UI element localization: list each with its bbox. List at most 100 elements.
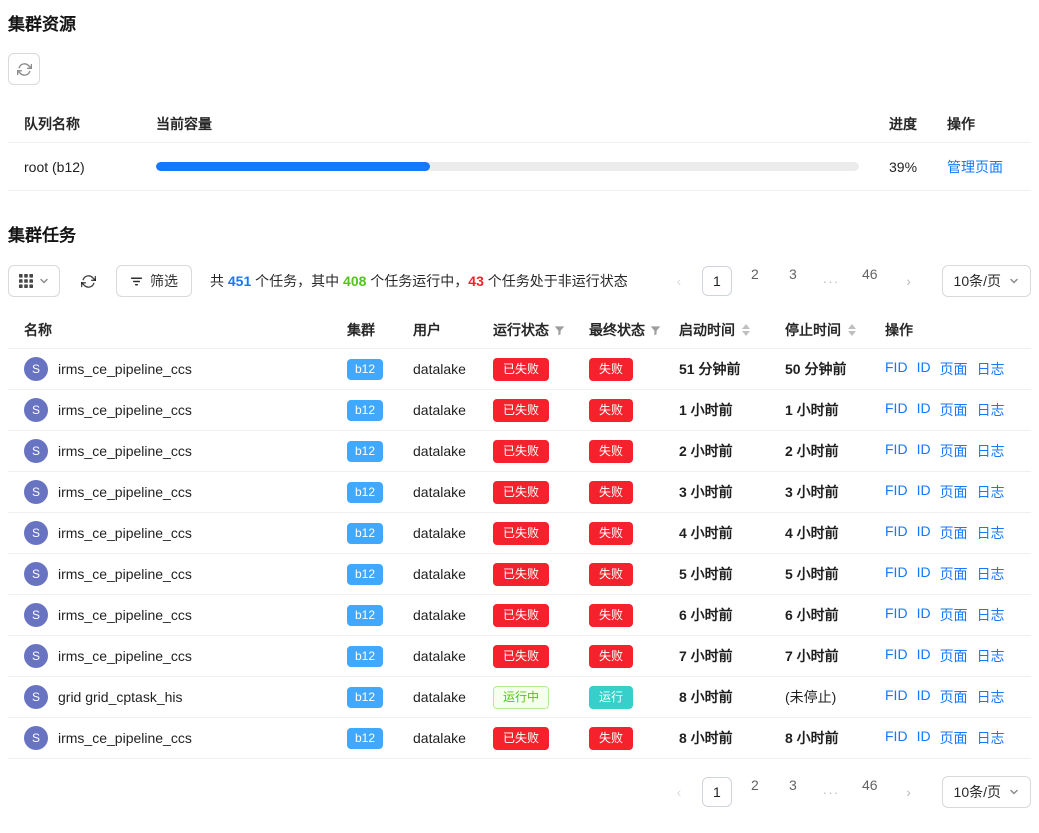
- resources-refresh-button[interactable]: [8, 53, 40, 85]
- log-link[interactable]: 日志: [977, 482, 1005, 502]
- fid-link[interactable]: FID: [885, 646, 908, 666]
- running-count: 408: [343, 273, 366, 289]
- user-name: datalake: [405, 361, 485, 377]
- log-link[interactable]: 日志: [977, 400, 1005, 420]
- page-size-select[interactable]: 10条/页: [942, 265, 1031, 297]
- stop-time: 3 小时前: [777, 482, 877, 502]
- log-link[interactable]: 日志: [977, 728, 1005, 748]
- next-page-button[interactable]: ›: [894, 777, 924, 807]
- page-link[interactable]: 页面: [940, 441, 968, 461]
- page-number-button[interactable]: 46: [854, 264, 886, 298]
- page-link[interactable]: 页面: [940, 728, 968, 748]
- id-link[interactable]: ID: [917, 646, 931, 666]
- resources-table: 队列名称 当前容量 进度 操作 root (b12) 39% 管理页面: [8, 105, 1031, 191]
- table-row: S irms_ce_pipeline_ccs b12 datalake 已失败 …: [8, 595, 1031, 636]
- fid-link[interactable]: FID: [885, 441, 908, 461]
- id-link[interactable]: ID: [917, 523, 931, 543]
- log-link[interactable]: 日志: [977, 523, 1005, 543]
- avatar: S: [24, 357, 48, 381]
- fid-link[interactable]: FID: [885, 605, 908, 625]
- log-link[interactable]: 日志: [977, 646, 1005, 666]
- page-number-button[interactable]: 2: [740, 775, 770, 809]
- next-page-button[interactable]: ›: [894, 266, 924, 296]
- avatar: S: [24, 521, 48, 545]
- avatar: S: [24, 562, 48, 586]
- filter-funnel-icon[interactable]: [650, 325, 661, 336]
- page-link[interactable]: 页面: [940, 400, 968, 420]
- final-status-badge: 失败: [589, 358, 633, 381]
- page-link[interactable]: 页面: [940, 646, 968, 666]
- page-link[interactable]: 页面: [940, 523, 968, 543]
- avatar: S: [24, 398, 48, 422]
- fid-link[interactable]: FID: [885, 564, 908, 584]
- table-row: S irms_ce_pipeline_ccs b12 datalake 已失败 …: [8, 390, 1031, 431]
- fid-link[interactable]: FID: [885, 400, 908, 420]
- cluster-badge: b12: [347, 523, 383, 544]
- table-row: S irms_ce_pipeline_ccs b12 datalake 已失败 …: [8, 636, 1031, 677]
- log-link[interactable]: 日志: [977, 359, 1005, 379]
- page-number-button[interactable]: 2: [740, 264, 770, 298]
- tasks-refresh-button[interactable]: [72, 265, 104, 297]
- fid-link[interactable]: FID: [885, 482, 908, 502]
- id-link[interactable]: ID: [917, 359, 931, 379]
- id-link[interactable]: ID: [917, 441, 931, 461]
- page-link[interactable]: 页面: [940, 687, 968, 707]
- sort-icon[interactable]: [848, 324, 856, 336]
- filter-funnel-icon[interactable]: [554, 325, 565, 336]
- cluster-badge: b12: [347, 564, 383, 585]
- prev-page-button[interactable]: ‹: [664, 777, 694, 807]
- id-link[interactable]: ID: [917, 687, 931, 707]
- table-row: S irms_ce_pipeline_ccs b12 datalake 已失败 …: [8, 513, 1031, 554]
- page-number-button[interactable]: 1: [702, 266, 732, 296]
- fid-link[interactable]: FID: [885, 728, 908, 748]
- log-link[interactable]: 日志: [977, 687, 1005, 707]
- id-link[interactable]: ID: [917, 728, 931, 748]
- final-status-badge: 失败: [589, 481, 633, 504]
- page-link[interactable]: 页面: [940, 359, 968, 379]
- stop-time: 1 小时前: [777, 400, 877, 420]
- tasks-table: 名称 集群 用户 运行状态 最终状态 启动时间 停止时间: [8, 312, 1031, 759]
- id-link[interactable]: ID: [917, 605, 931, 625]
- id-link[interactable]: ID: [917, 482, 931, 502]
- page-link[interactable]: 页面: [940, 482, 968, 502]
- summary-text: 个任务，其中: [251, 273, 343, 289]
- prev-page-button[interactable]: ‹: [664, 266, 694, 296]
- pagination-bottom: ‹ 1 2 3 ··· 46 › 10条/页: [664, 775, 1031, 809]
- not-running-count: 43: [468, 273, 484, 289]
- filter-button[interactable]: 筛选: [116, 265, 192, 297]
- filter-lines-icon: [130, 275, 143, 288]
- avatar: S: [24, 644, 48, 668]
- tasks-section-title: 集群任务: [8, 221, 1031, 246]
- page-number-button[interactable]: 1: [702, 777, 732, 807]
- log-link[interactable]: 日志: [977, 605, 1005, 625]
- stop-time: 7 小时前: [777, 646, 877, 666]
- cluster-badge: b12: [347, 646, 383, 667]
- summary-text: 个任务运行中，: [366, 273, 468, 289]
- fid-link[interactable]: FID: [885, 687, 908, 707]
- resources-table-header: 队列名称 当前容量 进度 操作: [8, 105, 1031, 143]
- log-link[interactable]: 日志: [977, 441, 1005, 461]
- page-link[interactable]: 页面: [940, 605, 968, 625]
- cluster-badge: b12: [347, 687, 383, 708]
- page-number-button[interactable]: ···: [816, 777, 846, 807]
- refresh-icon: [81, 274, 96, 289]
- page-link[interactable]: 页面: [940, 564, 968, 584]
- page-number-button[interactable]: ···: [816, 266, 846, 296]
- final-status-badge: 失败: [589, 604, 633, 627]
- column-settings-dropdown-button[interactable]: [8, 265, 60, 297]
- id-link[interactable]: ID: [917, 400, 931, 420]
- table-row: S irms_ce_pipeline_ccs b12 datalake 已失败 …: [8, 349, 1031, 390]
- id-link[interactable]: ID: [917, 564, 931, 584]
- sort-icon[interactable]: [742, 324, 750, 336]
- fid-link[interactable]: FID: [885, 359, 908, 379]
- col-header-cluster: 集群: [339, 320, 405, 340]
- log-link[interactable]: 日志: [977, 564, 1005, 584]
- manage-page-link[interactable]: 管理页面: [947, 159, 1003, 175]
- page-number-button[interactable]: 3: [778, 264, 808, 298]
- avatar: S: [24, 439, 48, 463]
- page-number-button[interactable]: 3: [778, 775, 808, 809]
- cluster-badge: b12: [347, 605, 383, 626]
- page-number-button[interactable]: 46: [854, 775, 886, 809]
- page-size-select[interactable]: 10条/页: [942, 776, 1031, 808]
- fid-link[interactable]: FID: [885, 523, 908, 543]
